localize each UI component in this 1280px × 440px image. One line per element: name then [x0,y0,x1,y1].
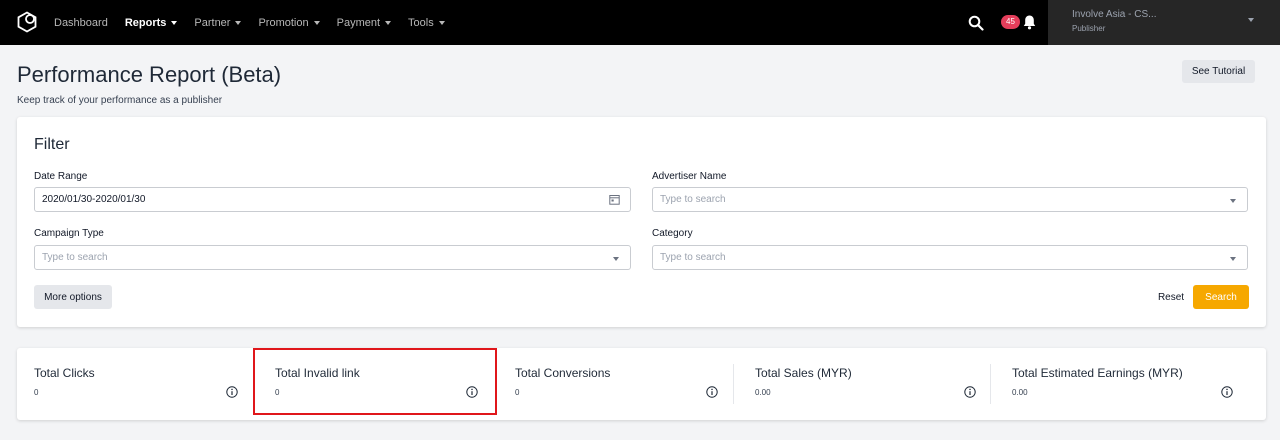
page-subtitle: Keep track of your performance as a publ… [17,95,223,106]
stat-value: 0 [515,388,520,397]
date-range-input[interactable]: 2020/01/30-2020/01/30 [34,187,631,212]
nav-label: Promotion [258,16,309,29]
stat-label: Total Sales (MYR) [755,366,852,380]
chevron-down-icon [1230,199,1236,203]
stat-value: 0.00 [1012,388,1028,397]
stat-label: Total Conversions [515,366,611,380]
caret-down-icon [385,20,392,25]
account-role: Publisher [1072,24,1106,33]
campaign-type-label: Campaign Type [34,228,104,239]
account-menu[interactable]: Involve Asia - CS... Publisher [1048,0,1280,45]
nav-tools[interactable]: Tools [408,17,445,29]
stat-divider [990,364,991,404]
caret-down-icon [1248,18,1254,22]
notification-badge[interactable]: 45 [1001,15,1020,29]
category-select[interactable]: Type to search [652,245,1248,270]
date-range-value: 2020/01/30-2020/01/30 [42,194,146,205]
campaign-type-placeholder: Type to search [42,252,108,263]
stats-card: Total Clicks 0 Total Invalid link 0 Tota… [17,348,1266,420]
info-icon[interactable] [466,386,478,398]
bell-icon[interactable] [1022,14,1037,30]
see-tutorial-button[interactable]: See Tutorial [1182,60,1255,83]
filter-title: Filter [34,136,70,153]
stat-label: Total Estimated Earnings (MYR) [1012,366,1183,380]
info-icon[interactable] [226,386,238,398]
nav-label: Tools [408,16,434,29]
reset-button[interactable]: Reset [1153,285,1189,309]
hexagon-logo-icon[interactable] [16,11,38,33]
category-label: Category [652,228,693,239]
nav-label: Dashboard [54,16,108,29]
calendar-icon[interactable] [609,194,620,205]
chevron-down-icon [613,257,619,261]
stat-divider [733,364,734,404]
nav-label: Partner [194,16,231,29]
nav-label: Payment [336,16,381,29]
search-icon[interactable] [968,15,984,31]
stat-total-conversions: Total Conversions 0 [515,348,722,420]
caret-down-icon [313,20,320,25]
more-options-button[interactable]: More options [34,285,112,309]
info-icon[interactable] [1221,386,1233,398]
campaign-type-select[interactable]: Type to search [34,245,631,270]
nav-reports[interactable]: Reports [125,17,178,29]
advertiser-name-label: Advertiser Name [652,171,727,182]
search-button[interactable]: Search [1193,285,1249,309]
nav-payment[interactable]: Payment [336,16,392,29]
nav-dashboard[interactable]: Dashboard [54,17,108,29]
info-icon[interactable] [964,386,976,398]
stat-label: Total Clicks [34,366,95,380]
stat-label: Total Invalid link [275,366,360,380]
caret-down-icon [171,20,178,25]
top-navbar: Dashboard Reports Partner Promotion Paym… [0,0,1280,45]
stat-total-sales: Total Sales (MYR) 0.00 [755,348,979,420]
stat-value: 0 [275,388,280,397]
chevron-down-icon [1230,257,1236,261]
nav-label: Reports [124,16,167,29]
account-name: Involve Asia - CS... [1072,9,1157,20]
stat-total-estimated-earnings: Total Estimated Earnings (MYR) 0.00 [1012,348,1237,420]
filter-card: Filter Date Range 2020/01/30-2020/01/30 … [17,117,1266,327]
stat-total-clicks: Total Clicks 0 [34,348,241,420]
main-nav: Dashboard Reports Partner Promotion Paym… [54,0,462,45]
info-icon[interactable] [706,386,718,398]
nav-partner[interactable]: Partner [194,16,242,29]
nav-promotion[interactable]: Promotion [258,16,320,29]
page-title: Performance Report (Beta) [17,62,282,87]
stat-total-invalid-link: Total Invalid link 0 [275,348,481,420]
advertiser-name-placeholder: Type to search [660,194,726,205]
date-range-label: Date Range [34,171,88,182]
category-placeholder: Type to search [660,252,726,263]
caret-down-icon [438,20,445,25]
stat-value: 0.00 [755,388,771,397]
advertiser-name-select[interactable]: Type to search [652,187,1248,212]
caret-down-icon [235,20,242,25]
stat-value: 0 [34,388,39,397]
